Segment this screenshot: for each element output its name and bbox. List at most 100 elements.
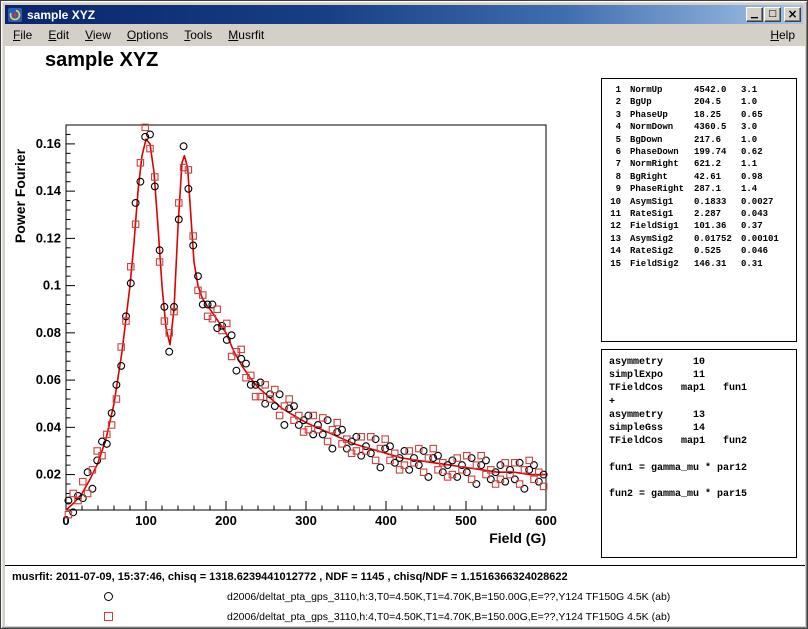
p-no: 13 bbox=[607, 233, 621, 245]
p-name: PhaseDown bbox=[630, 146, 694, 158]
p-val: 217.6 bbox=[694, 134, 741, 146]
p-no: 2 bbox=[607, 96, 621, 108]
fit-stats: musrfit: 2011-07-09, 15:37:46, chisq = 1… bbox=[12, 571, 568, 583]
p-err: 0.62 bbox=[741, 146, 796, 158]
titlebar[interactable]: sample XYZ ▁ □ × bbox=[5, 5, 803, 24]
p-err: 0.65 bbox=[741, 109, 796, 121]
close-icon: × bbox=[787, 10, 797, 19]
parameter-row-2: 2BgUp204.51.0 bbox=[607, 96, 796, 108]
p-err: 1.0 bbox=[741, 134, 796, 146]
menu-help[interactable]: Help bbox=[762, 25, 803, 45]
legend-label: d2006/deltat_pta_gps_3110,h:3,T0=4.50K,T… bbox=[227, 591, 670, 603]
minimize-icon: ▁ bbox=[751, 10, 758, 19]
svg-text:0.14: 0.14 bbox=[36, 183, 62, 198]
p-name: NormRight bbox=[630, 158, 694, 170]
p-val: 0.01752 bbox=[694, 233, 741, 245]
menu-options[interactable]: Options bbox=[119, 25, 176, 45]
theory-line: asymmetry 13 bbox=[609, 409, 796, 422]
theory-line: simpleGss 14 bbox=[609, 422, 796, 435]
theory-line: asymmetry 10 bbox=[609, 356, 796, 369]
p-err: 1.1 bbox=[741, 158, 796, 170]
root-canvas[interactable]: sample XYZ 0100200300400500600Field (G)0… bbox=[5, 46, 805, 626]
square-marker-icon bbox=[104, 612, 113, 621]
p-no: 8 bbox=[607, 171, 621, 183]
parameter-row-1: 1NormUp4542.03.1 bbox=[607, 84, 796, 96]
app-window: sample XYZ ▁ □ × FileEditViewOptionsTool… bbox=[0, 0, 808, 629]
menu-file[interactable]: File bbox=[5, 25, 40, 45]
svg-text:0.1: 0.1 bbox=[43, 278, 61, 293]
p-err: 0.00101 bbox=[741, 233, 796, 245]
p-no: 14 bbox=[607, 245, 621, 257]
legend-entry: d2006/deltat_pta_gps_3110,h:3,T0=4.50K,T… bbox=[5, 590, 805, 606]
p-no: 12 bbox=[607, 220, 621, 232]
chart-svg[interactable]: 0100200300400500600Field (G)0.020.040.06… bbox=[5, 46, 605, 566]
theory-line bbox=[609, 475, 796, 488]
menu-edit[interactable]: Edit bbox=[40, 25, 77, 45]
svg-text:Field (G): Field (G) bbox=[489, 530, 546, 546]
p-name: BgUp bbox=[630, 96, 694, 108]
p-err: 3.0 bbox=[741, 121, 796, 133]
parameter-row-15: 15FieldSig2146.310.31 bbox=[607, 258, 796, 270]
close-button[interactable]: × bbox=[784, 7, 801, 22]
svg-text:400: 400 bbox=[375, 513, 397, 528]
theory-line: TFieldCos map1 fun1 bbox=[609, 382, 796, 395]
p-err: 0.046 bbox=[741, 245, 796, 257]
plot-frame bbox=[66, 125, 546, 510]
svg-text:200: 200 bbox=[215, 513, 237, 528]
svg-text:0.08: 0.08 bbox=[36, 325, 61, 340]
p-err: 0.98 bbox=[741, 171, 796, 183]
p-no: 9 bbox=[607, 183, 621, 195]
menu-musrfit[interactable]: Musrfit bbox=[220, 25, 272, 45]
menubar: FileEditViewOptionsToolsMusrfit Help bbox=[5, 24, 803, 46]
menu-tools[interactable]: Tools bbox=[176, 25, 220, 45]
p-name: AsymSig2 bbox=[630, 233, 694, 245]
legend-label: d2006/deltat_pta_gps_3110,h:4,T0=4.50K,T… bbox=[227, 611, 670, 623]
app-icon[interactable] bbox=[8, 8, 22, 22]
p-val: 0.1833 bbox=[694, 196, 741, 208]
p-name: BgDown bbox=[630, 134, 694, 146]
p-err: 0.31 bbox=[741, 258, 796, 270]
p-err: 1.0 bbox=[741, 96, 796, 108]
p-no: 4 bbox=[607, 121, 621, 133]
p-no: 5 bbox=[607, 134, 621, 146]
svg-text:500: 500 bbox=[455, 513, 477, 528]
menu-items-left: FileEditViewOptionsToolsMusrfit bbox=[5, 25, 272, 45]
svg-text:Power Fourier: Power Fourier bbox=[12, 148, 28, 243]
p-name: FieldSig2 bbox=[630, 258, 694, 270]
parameter-row-7: 7NormRight621.21.1 bbox=[607, 158, 796, 170]
menu-items-right: Help bbox=[762, 28, 803, 42]
p-name: PhaseUp bbox=[630, 109, 694, 121]
maximize-button[interactable]: □ bbox=[764, 7, 781, 22]
window-title: sample XYZ bbox=[27, 8, 745, 22]
parameter-row-3: 3 PhaseUp18.250.65 bbox=[607, 109, 796, 121]
p-name: NormDown bbox=[630, 121, 694, 133]
svg-text:600: 600 bbox=[535, 513, 557, 528]
p-val: 101.36 bbox=[694, 220, 741, 232]
theory-line: + bbox=[609, 396, 796, 409]
svg-text:0.04: 0.04 bbox=[36, 419, 62, 434]
parameter-box: 1NormUp4542.03.12BgUp204.51.03PhaseUp18.… bbox=[601, 78, 797, 342]
p-no: 1 bbox=[607, 84, 621, 96]
p-name: RateSig2 bbox=[630, 245, 694, 257]
p-err: 1.4 bbox=[741, 183, 796, 195]
p-val: 199.74 bbox=[694, 146, 741, 158]
footer: musrfit: 2011-07-09, 15:37:46, chisq = 1… bbox=[5, 565, 805, 626]
fit-line bbox=[66, 139, 546, 510]
p-val: 621.2 bbox=[694, 158, 741, 170]
p-val: 18.25 bbox=[694, 109, 741, 121]
p-val: 0.525 bbox=[694, 245, 741, 257]
p-no: 3 bbox=[607, 109, 621, 121]
p-name: AsymSig1 bbox=[630, 196, 694, 208]
parameter-row-13: 13 AsymSig20.017520.00101 bbox=[607, 233, 796, 245]
p-no: 11 bbox=[607, 208, 621, 220]
p-val: 42.61 bbox=[694, 171, 741, 183]
p-val: 2.287 bbox=[694, 208, 741, 220]
menu-view[interactable]: View bbox=[77, 25, 119, 45]
theory-line: fun2 = gamma_mu * par15 bbox=[609, 488, 796, 501]
p-err: 0.37 bbox=[741, 220, 796, 232]
p-name: RateSig1 bbox=[630, 208, 694, 220]
parameter-row-5: 5 BgDown217.61.0 bbox=[607, 134, 796, 146]
series-1-markers bbox=[65, 131, 547, 516]
parameter-row-12: 12FieldSig1101.360.37 bbox=[607, 220, 796, 232]
minimize-button[interactable]: ▁ bbox=[746, 7, 763, 22]
